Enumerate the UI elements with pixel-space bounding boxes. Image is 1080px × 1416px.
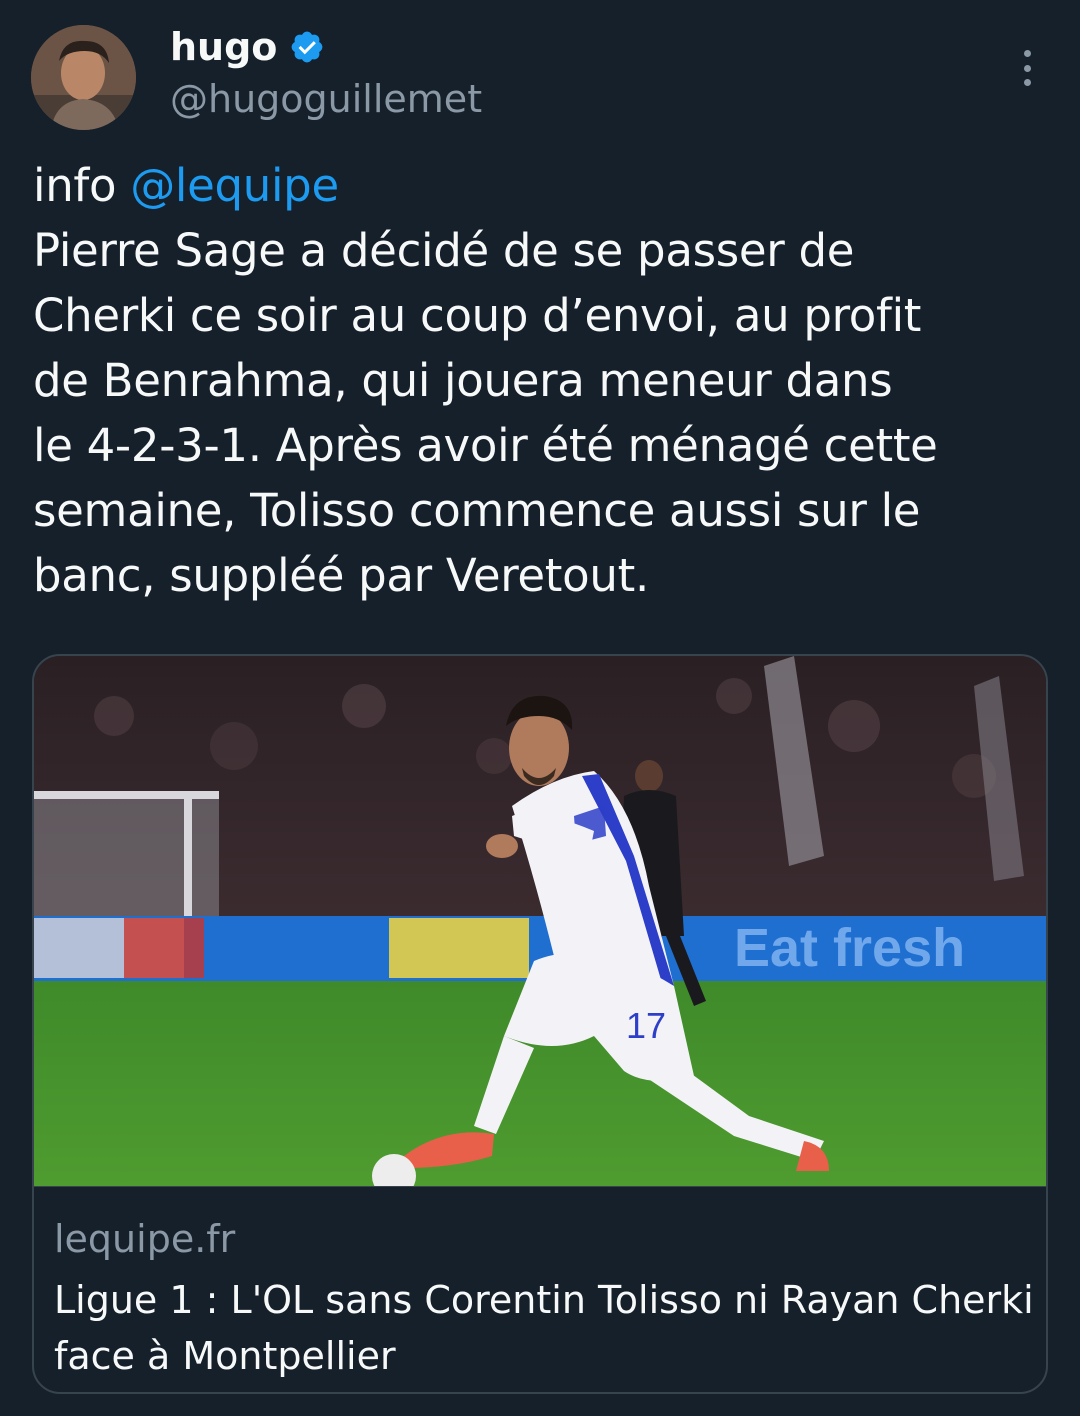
shirt-number: 17: [626, 1005, 666, 1046]
display-name[interactable]: hugo: [170, 24, 277, 70]
card-divider: [34, 1186, 1046, 1187]
link-card[interactable]: Eat fresh 17 lequipe.fr Ligue 1: L'OL s…: [32, 654, 1048, 1394]
verified-badge-icon: [292, 31, 323, 63]
mention-link[interactable]: @lequipe: [130, 159, 339, 212]
football-player-photo-icon: Eat fresh 17: [34, 656, 1046, 1187]
card-domain: lequipe.fr: [54, 1217, 236, 1261]
avatar-photo-icon: [31, 25, 136, 130]
tweet[interactable]: hugo @hugoguillemet info @lequipe Pierre…: [0, 0, 1080, 1416]
tweet-prefix: info: [33, 159, 131, 212]
card-title[interactable]: Ligue 1 : L'OL sans Corentin Tolisso ni …: [54, 1272, 1034, 1384]
ad-board-text: Eat fresh: [734, 918, 965, 978]
more-dot-icon: [1023, 50, 1031, 57]
more-options-button[interactable]: [1012, 48, 1042, 88]
author-handle[interactable]: @hugoguillemet: [170, 76, 482, 122]
tweet-text: info @lequipe Pierre Sage a décidé de se…: [33, 153, 1033, 608]
author-name-row[interactable]: hugo: [170, 24, 325, 70]
avatar[interactable]: [31, 25, 136, 130]
tweet-body: Pierre Sage a décidé de se passer de Che…: [33, 224, 938, 602]
more-dot-icon: [1023, 64, 1031, 72]
more-dot-icon: [1023, 79, 1031, 86]
